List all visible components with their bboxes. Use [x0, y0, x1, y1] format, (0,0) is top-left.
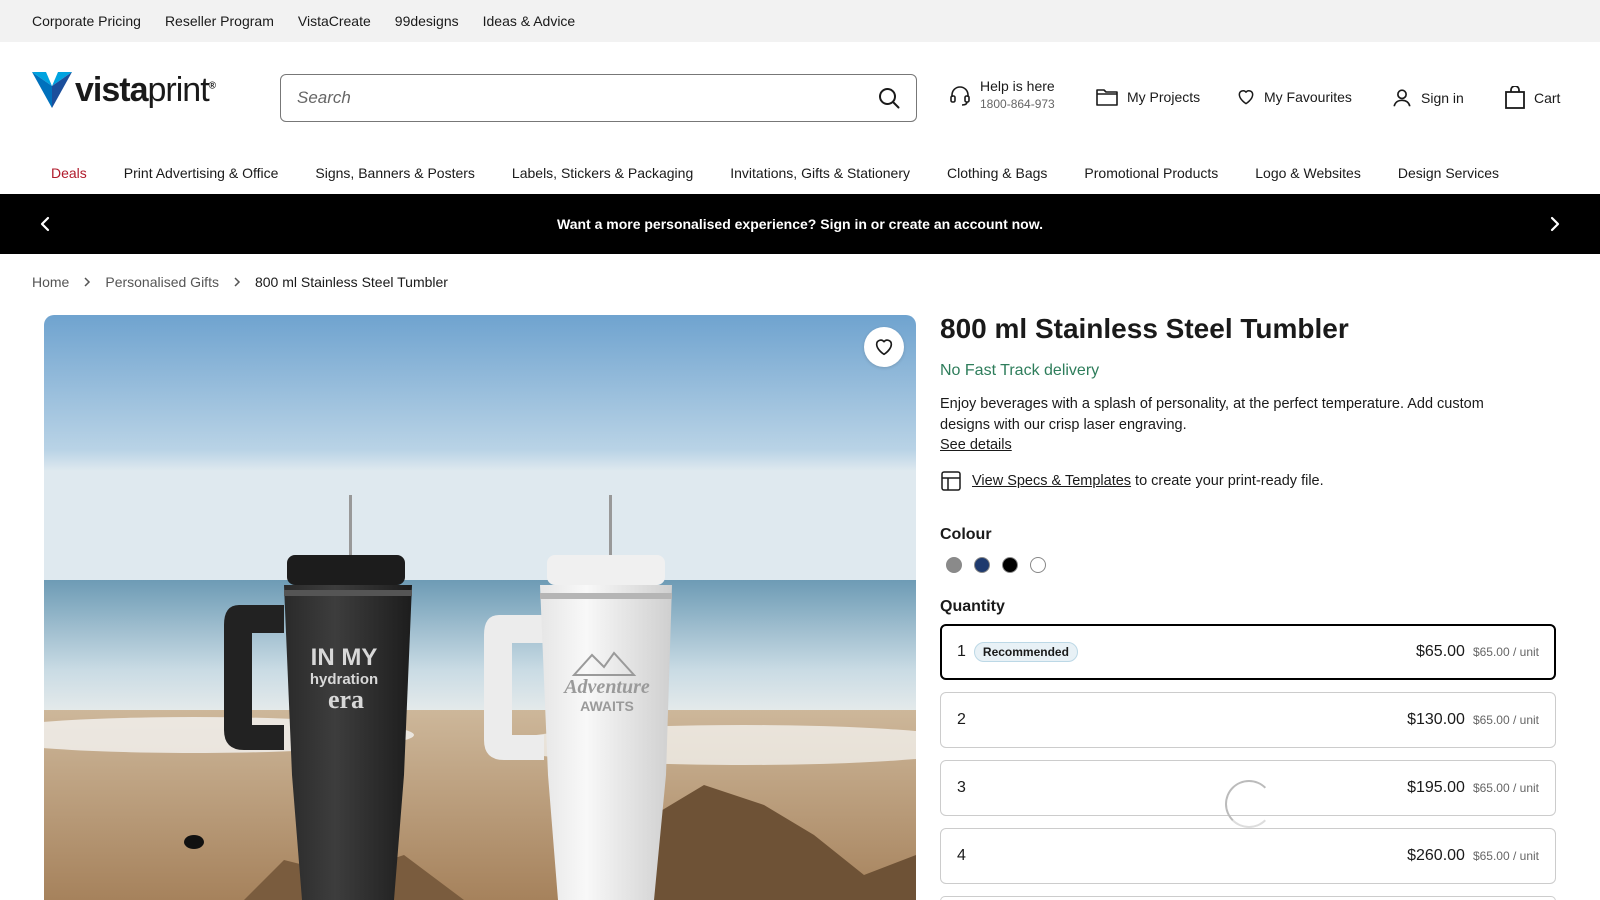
promo-banner: Want a more personalised experience? Sig…: [0, 194, 1600, 254]
cart-label: Cart: [1534, 90, 1561, 106]
folder-icon: [1096, 89, 1118, 106]
quantity-price: $195.00: [1407, 779, 1465, 796]
shopping-bag-icon: [1505, 86, 1525, 109]
logo-registered-mark: ®: [208, 80, 216, 92]
quantity-price: $65.00: [1416, 643, 1465, 660]
quantity-option[interactable]: 2 $130.00 $65.00 / unit: [940, 692, 1556, 748]
loading-spinner: [1225, 780, 1273, 828]
user-icon: [1393, 89, 1411, 107]
quantity-unit-price: $65.00 / unit: [1472, 781, 1539, 795]
template-layout-icon: [941, 471, 961, 491]
nav-signs-banners[interactable]: Signs, Banners & Posters: [315, 165, 475, 181]
promo-text[interactable]: Want a more personalised experience? Sig…: [557, 216, 1043, 232]
colour-swatch-black[interactable]: [1002, 557, 1018, 573]
nav-logo-websites[interactable]: Logo & Websites: [1255, 165, 1361, 181]
quantity-option[interactable]: 4 $260.00 $65.00 / unit: [940, 828, 1556, 884]
tumbler-engraving-adventure: Adventure: [562, 676, 650, 698]
vistaprint-logo[interactable]: vistaprint®: [32, 70, 216, 110]
my-favourites-label: My Favourites: [1264, 89, 1352, 105]
search-box[interactable]: [280, 74, 917, 122]
breadcrumb-home[interactable]: Home: [32, 274, 69, 290]
quantity-option[interactable]: 1 Recommended $65.00 $65.00 / unit: [940, 624, 1556, 680]
nav-print-advertising[interactable]: Print Advertising & Office: [124, 165, 279, 181]
colour-swatches: [946, 557, 1058, 573]
nav-design-services[interactable]: Design Services: [1398, 165, 1499, 181]
search-input[interactable]: [297, 88, 878, 108]
vistaprint-logo-mark-icon: [32, 72, 72, 108]
utility-link-ideas-advice[interactable]: Ideas & Advice: [483, 13, 576, 29]
specs-suffix: to create your print-ready file.: [1135, 473, 1324, 489]
specs-templates: View Specs & Templates to create your pr…: [940, 470, 1324, 492]
quantity-unit-price: $65.00 / unit: [1472, 645, 1539, 659]
quantity-price: $130.00: [1407, 711, 1465, 728]
product-image[interactable]: IN MY hydration era Adventure AWAITS: [44, 315, 916, 900]
utility-link-corporate-pricing[interactable]: Corporate Pricing: [32, 13, 141, 29]
nav-promotional-products[interactable]: Promotional Products: [1084, 165, 1218, 181]
utility-link-vistacreate[interactable]: VistaCreate: [298, 13, 371, 29]
site-header: vistaprint® Help is here 1800-864-973 My…: [0, 42, 1600, 152]
quantity-label: Quantity: [940, 598, 1005, 615]
nav-labels-stickers[interactable]: Labels, Stickers & Packaging: [512, 165, 693, 181]
tumbler-engraving-awaits: AWAITS: [580, 698, 634, 714]
nav-invitations-gifts[interactable]: Invitations, Gifts & Stationery: [730, 165, 910, 181]
quantity-unit-price: $65.00 / unit: [1472, 713, 1539, 727]
help-phone: 1800-864-973: [980, 97, 1055, 111]
colour-swatch-grey[interactable]: [946, 557, 962, 573]
heart-icon: [875, 339, 893, 356]
help-contact[interactable]: Help is here 1800-864-973: [948, 78, 1055, 111]
breadcrumb: Home Personalised Gifts 800 ml Stainless…: [32, 274, 448, 290]
utility-link-reseller-program[interactable]: Reseller Program: [165, 13, 274, 29]
utility-bar: Corporate Pricing Reseller Program Vista…: [0, 0, 1600, 42]
quantity-value: 1: [957, 643, 966, 660]
product-description: Enjoy beverages with a splash of persona…: [940, 396, 1484, 433]
chevron-left-icon[interactable]: [33, 212, 57, 236]
recommended-badge: Recommended: [973, 642, 1078, 662]
tumblers-beach-photo: IN MY hydration era Adventure AWAITS: [44, 315, 916, 900]
quantity-option-partial[interactable]: [940, 896, 1556, 900]
sign-in-link[interactable]: Sign in: [1391, 87, 1464, 109]
quantity-value: 3: [957, 779, 966, 796]
logo-wordmark: vistaprint®: [75, 70, 216, 110]
product-title: 800 ml Stainless Steel Tumbler: [940, 313, 1349, 344]
logo-light-text: print: [147, 70, 210, 109]
delivery-status: No Fast Track delivery: [940, 362, 1100, 379]
view-specs-templates-link[interactable]: View Specs & Templates: [972, 473, 1131, 489]
see-details-link[interactable]: See details: [940, 437, 1012, 453]
main-nav: Deals Print Advertising & Office Signs, …: [0, 152, 1600, 194]
headset-icon: [950, 85, 970, 106]
tumbler-engraving-line1: IN MY: [311, 644, 378, 671]
heart-icon: [1238, 90, 1254, 105]
my-projects-link[interactable]: My Projects: [1095, 86, 1200, 108]
logo-bold-text: vista: [75, 70, 148, 109]
colour-swatch-navy[interactable]: [974, 557, 990, 573]
chevron-right-icon[interactable]: [1543, 212, 1567, 236]
nav-deals[interactable]: Deals: [51, 165, 87, 181]
utility-link-99designs[interactable]: 99designs: [395, 13, 459, 29]
my-projects-label: My Projects: [1127, 89, 1201, 105]
breadcrumb-personalised-gifts[interactable]: Personalised Gifts: [105, 274, 219, 290]
tumbler-engraving-line3: era: [328, 685, 364, 714]
quantity-value: 2: [957, 711, 966, 728]
quantity-value: 4: [957, 847, 966, 864]
help-title: Help is here: [980, 78, 1055, 94]
quantity-unit-price: $65.00 / unit: [1472, 849, 1539, 863]
add-to-favourites-button[interactable]: [864, 327, 904, 367]
cart-link[interactable]: Cart: [1504, 86, 1560, 110]
search-icon[interactable]: [878, 87, 900, 109]
quantity-price: $260.00: [1407, 847, 1465, 864]
nav-clothing-bags[interactable]: Clothing & Bags: [947, 165, 1047, 181]
chevron-right-icon: [81, 276, 93, 288]
colour-label: Colour: [940, 526, 992, 543]
my-favourites-link[interactable]: My Favourites: [1236, 87, 1352, 107]
chevron-right-icon: [231, 276, 243, 288]
sign-in-label: Sign in: [1421, 90, 1464, 106]
breadcrumb-current: 800 ml Stainless Steel Tumbler: [254, 274, 448, 290]
colour-swatch-white[interactable]: [1030, 557, 1046, 573]
